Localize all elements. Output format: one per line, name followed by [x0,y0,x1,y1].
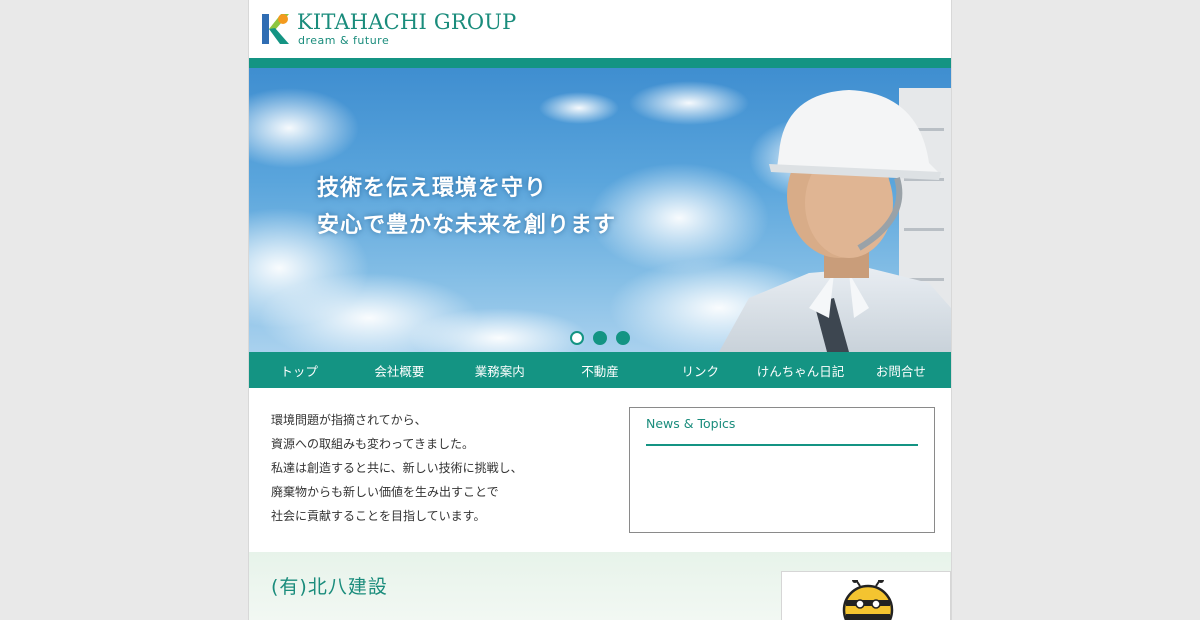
nav-item-links[interactable]: リンク [650,352,750,388]
slider-pagination [570,331,630,345]
slider-dot-2[interactable] [593,331,607,345]
hero-line-2: 安心で豊かな未来を創ります [317,213,617,238]
news-title: News & Topics [646,416,736,431]
nav-item-services[interactable]: 業務案内 [450,352,550,388]
slider-dot-1[interactable] [570,331,584,345]
hero-slider[interactable]: 技術を伝え環境を守り 安心で豊かな未来を創ります [249,68,951,352]
company-name: (有)北八建設 [271,576,388,598]
intro-section: 環境問題が指摘されてから、 資源への取組みも変わってきました。 私達は創造すると… [249,388,951,552]
nav-item-contact[interactable]: お問合せ [851,352,951,388]
intro-line: 資源への取組みも変わってきました。 [271,437,475,451]
brand-tagline: dream & future [298,34,390,47]
site-header: KITAHACHI GROUP dream & future [249,0,951,58]
intro-message: 環境問題が指摘されてから、 資源への取組みも変わってきました。 私達は創造すると… [271,408,523,528]
nav-item-company[interactable]: 会社概要 [349,352,449,388]
hero-line-1: 技術を伝え環境を守り [317,176,548,201]
main-nav: トップ 会社概要 業務案内 不動産 リンク けんちゃん日記 お問合せ [249,352,951,388]
page-container: KITAHACHI GROUP dream & future 技術を伝え環境を守… [248,0,952,620]
nav-item-top[interactable]: トップ [249,352,349,388]
hero-catchcopy: 技術を伝え環境を守り 安心で豊かな未来を創ります [317,170,616,244]
nav-item-real-estate[interactable]: 不動産 [550,352,650,388]
nav-item-diary[interactable]: けんちゃん日記 [750,352,850,388]
mascot-banner[interactable] [781,571,951,620]
news-divider [646,444,918,446]
news-topics-box: News & Topics [629,407,935,533]
slider-dot-3[interactable] [616,331,630,345]
company-section: (有)北八建設 [249,552,951,620]
intro-line: 廃棄物からも新しい価値を生み出すことで [271,485,499,499]
brand-name[interactable]: KITAHACHI GROUP [297,10,516,34]
intro-line: 環境問題が指摘されてから、 [271,413,427,427]
bee-mascot-icon [842,580,894,620]
kitahachi-logo-icon[interactable] [261,12,291,46]
header-divider [249,58,951,68]
intro-line: 私達は創造すると共に、新しい技術に挑戦し、 [271,461,523,475]
intro-line: 社会に貢献することを目指しています。 [271,509,486,523]
